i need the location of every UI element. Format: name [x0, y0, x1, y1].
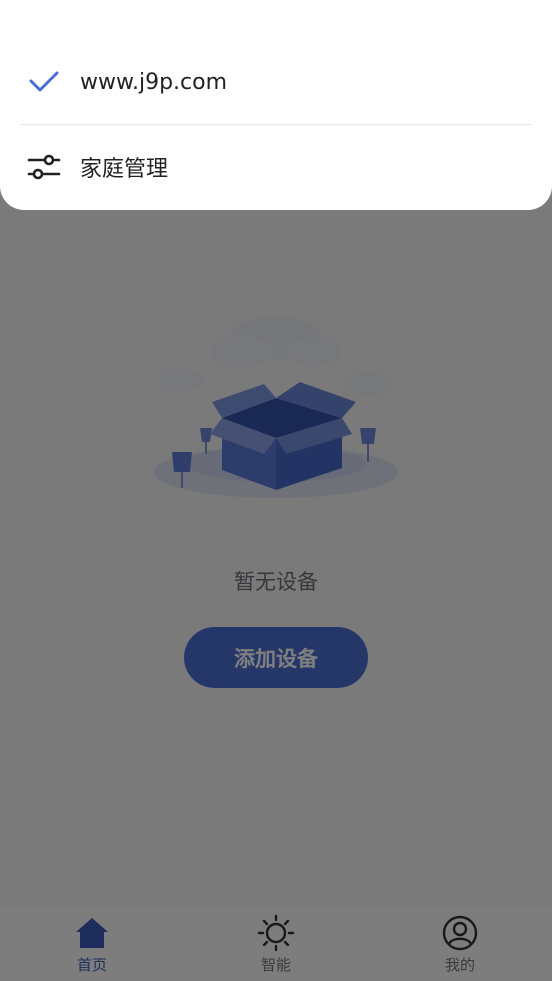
sliders-icon — [24, 147, 64, 187]
dropdown-divider — [20, 124, 532, 125]
dropdown-item-family-management[interactable]: 家庭管理 — [0, 127, 552, 207]
home-switcher-dropdown: www.j9p.com 家庭管理 — [0, 0, 552, 210]
check-icon — [24, 62, 64, 102]
dropdown-item-label: www.j9p.com — [80, 69, 228, 95]
dropdown-item-label: 家庭管理 — [80, 157, 169, 182]
dropdown-item-home[interactable]: www.j9p.com — [0, 42, 552, 122]
